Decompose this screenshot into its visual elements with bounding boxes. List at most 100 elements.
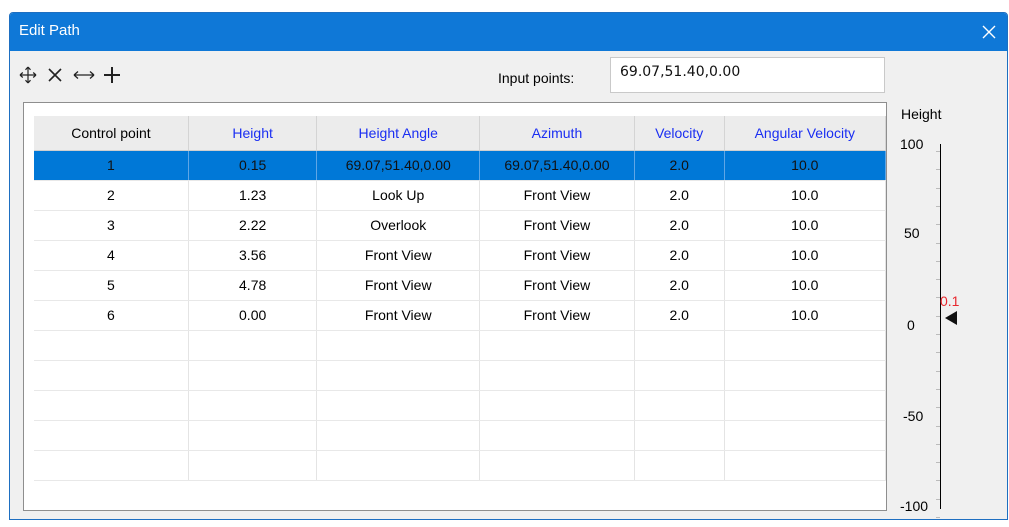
cell-control-point[interactable]: 2	[34, 180, 189, 211]
cell-velocity[interactable]: 2.0	[634, 150, 725, 181]
scale-tick	[936, 443, 940, 445]
close-icon	[982, 25, 996, 39]
cell-height[interactable]: 4.78	[188, 270, 318, 301]
cell-angular-velocity[interactable]: 10.0	[724, 150, 886, 181]
empty-table-row	[34, 420, 886, 451]
cell-height-angle[interactable]: Overlook	[316, 210, 481, 241]
scale-tick	[936, 425, 940, 427]
cell-height-angle[interactable]: Look Up	[316, 180, 481, 211]
cell-azimuth[interactable]: Front View	[479, 180, 635, 211]
scale-tick	[936, 352, 940, 354]
cell-control-point[interactable]: 4	[34, 240, 189, 271]
scale-tick	[936, 187, 940, 189]
cell-control-point[interactable]: 5	[34, 270, 189, 301]
title-bar: Edit Path	[10, 13, 1007, 51]
table-row[interactable]: 3 2.22 Overlook Front View 2.0 10.0	[34, 210, 886, 241]
cell-height[interactable]: 3.56	[188, 240, 318, 271]
cell-height[interactable]: 1.23	[188, 180, 318, 211]
add-button[interactable]	[100, 63, 124, 87]
cell-velocity[interactable]: 2.0	[634, 270, 725, 301]
scale-tick	[936, 205, 940, 207]
scale-tick	[936, 224, 940, 226]
scale-tick	[936, 480, 940, 482]
cell-height-angle[interactable]: 69.07,51.40,0.00	[316, 150, 481, 181]
cell-height-angle[interactable]: Front View	[316, 270, 481, 301]
scale-label-0: 0	[907, 317, 915, 333]
scale-tick	[936, 334, 940, 335]
height-scale: Height 100 50 0 -50 -100 0.1	[894, 93, 1004, 518]
scale-tick	[936, 517, 940, 518]
cell-velocity[interactable]: 2.0	[634, 210, 725, 241]
header-control-point[interactable]: Control point	[34, 116, 189, 151]
cell-velocity[interactable]: 2.0	[634, 300, 725, 331]
empty-table-row	[34, 450, 886, 481]
scale-tick	[936, 315, 940, 317]
cell-velocity[interactable]: 2.0	[634, 240, 725, 271]
table-row[interactable]: 4 3.56 Front View Front View 2.0 10.0	[34, 240, 886, 271]
empty-table-row	[34, 390, 886, 421]
scale-tick	[936, 498, 940, 500]
table-row[interactable]: 1 0.15 69.07,51.40,0.00 69.07,51.40,0.00…	[34, 150, 886, 181]
cell-azimuth[interactable]: Front View	[479, 300, 635, 331]
scale-label-min: -100	[900, 498, 929, 514]
scale-tick	[936, 370, 940, 372]
table-row[interactable]: 6 0.00 Front View Front View 2.0 10.0	[34, 300, 886, 331]
scale-label-minus-50: -50	[903, 408, 924, 424]
header-azimuth[interactable]: Azimuth	[479, 116, 635, 151]
scale-tick	[936, 388, 940, 390]
cell-control-point[interactable]: 6	[34, 300, 189, 331]
cell-angular-velocity[interactable]: 10.0	[724, 180, 886, 211]
empty-table-row	[34, 360, 886, 391]
cell-azimuth[interactable]: Front View	[479, 210, 635, 241]
cell-azimuth[interactable]: Front View	[479, 270, 635, 301]
height-current-value: 0.1	[940, 293, 960, 309]
move-button[interactable]	[16, 63, 40, 87]
scale-tick	[936, 279, 940, 281]
triangle-pointer-icon	[945, 311, 957, 325]
header-height-angle[interactable]: Height Angle	[316, 116, 481, 151]
add-icon	[104, 67, 120, 83]
horizontal-resize-button[interactable]	[69, 63, 99, 87]
cell-azimuth[interactable]: 69.07,51.40,0.00	[479, 150, 635, 181]
table-row[interactable]: 2 1.23 Look Up Front View 2.0 10.0	[34, 180, 886, 211]
close-button[interactable]	[971, 13, 1007, 51]
cell-angular-velocity[interactable]: 10.0	[724, 240, 886, 271]
table-header-row: Control point Height Height Angle Azimut…	[34, 116, 886, 151]
move-icon	[19, 66, 37, 84]
scale-label-max: 100	[900, 136, 924, 152]
header-height[interactable]: Height	[188, 116, 318, 151]
edit-path-dialog: Edit Path Input points: 69.07,51.40,0.00…	[9, 12, 1008, 520]
empty-table-row	[34, 330, 886, 361]
cell-angular-velocity[interactable]: 10.0	[724, 210, 886, 241]
scale-tick	[936, 462, 940, 464]
scale-tick	[936, 151, 940, 152]
cell-control-point[interactable]: 1	[34, 150, 189, 181]
scale-tick	[936, 169, 940, 171]
delete-button[interactable]	[43, 63, 67, 87]
cell-angular-velocity[interactable]: 10.0	[724, 300, 886, 331]
cell-control-point[interactable]: 3	[34, 210, 189, 241]
header-velocity[interactable]: Velocity	[634, 116, 725, 151]
cell-angular-velocity[interactable]: 10.0	[724, 270, 886, 301]
height-slider-handle[interactable]	[945, 311, 957, 328]
height-scale-title: Height	[901, 106, 942, 122]
header-angular-velocity[interactable]: Angular Velocity	[724, 116, 886, 151]
window-title: Edit Path	[19, 22, 80, 39]
control-points-table: Control point Height Height Angle Azimut…	[23, 102, 887, 511]
height-scale-axis	[940, 144, 941, 509]
cell-height[interactable]: 2.22	[188, 210, 318, 241]
scale-tick	[936, 242, 940, 244]
cell-height-angle[interactable]: Front View	[316, 240, 481, 271]
input-points-field[interactable]	[610, 57, 885, 93]
input-points-label: Input points:	[498, 70, 575, 86]
cell-height[interactable]: 0.00	[188, 300, 318, 331]
cell-velocity[interactable]: 2.0	[634, 180, 725, 211]
delete-icon	[48, 68, 62, 82]
cell-azimuth[interactable]: Front View	[479, 240, 635, 271]
table-row[interactable]: 5 4.78 Front View Front View 2.0 10.0	[34, 270, 886, 301]
scale-tick	[936, 260, 940, 262]
cell-height[interactable]: 0.15	[188, 150, 318, 181]
scale-tick	[936, 407, 940, 409]
cell-height-angle[interactable]: Front View	[316, 300, 481, 331]
horizontal-resize-icon	[73, 71, 95, 79]
